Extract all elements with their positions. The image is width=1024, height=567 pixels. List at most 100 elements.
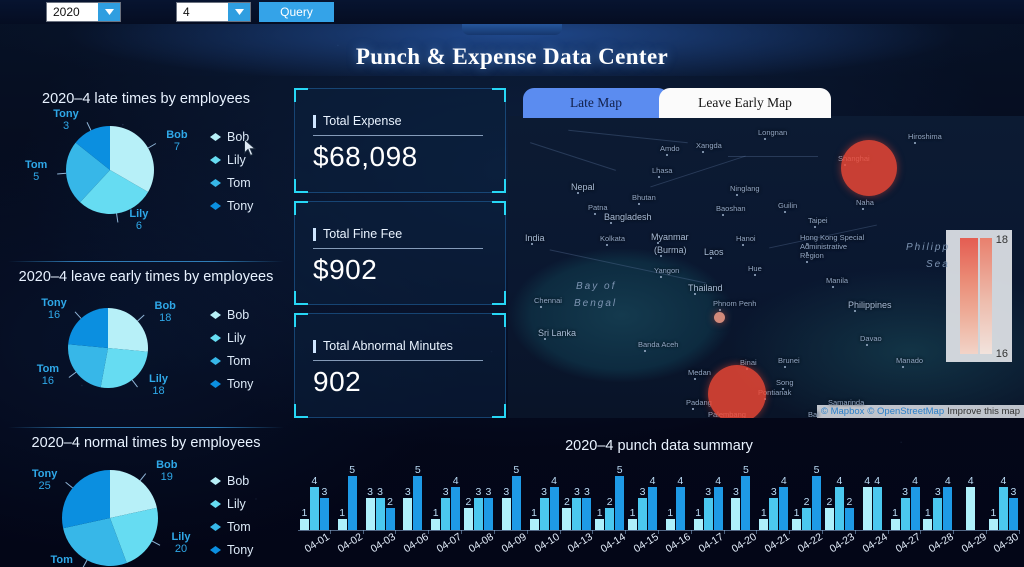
bar-rect[interactable]: [759, 519, 769, 530]
bar-column[interactable]: 2: [463, 497, 473, 530]
pie-chart-leave-early[interactable]: Bob 18 Lily 18 Tom 16 Tony 16: [0, 290, 210, 410]
kpi-card-total-fine-fee[interactable]: Total Fine Fee $902: [294, 200, 506, 306]
pie-slice[interactable]: [108, 307, 148, 352]
bar-column[interactable]: 1: [431, 508, 441, 530]
bar-chart-plot[interactable]: 1431533235134233351342331251341413435134…: [298, 462, 1020, 530]
bar-rect[interactable]: [769, 497, 779, 530]
bar-rect[interactable]: [638, 497, 648, 530]
bar-rect[interactable]: [319, 497, 329, 530]
bar-column[interactable]: 3: [572, 486, 582, 530]
bar-column[interactable]: 5: [615, 465, 625, 530]
bar-column[interactable]: 4: [966, 476, 976, 530]
bar-rect[interactable]: [595, 519, 605, 530]
bar-rect[interactable]: [648, 486, 658, 530]
bar-rect[interactable]: [792, 519, 802, 530]
bar-rect[interactable]: [824, 508, 834, 530]
bar-column[interactable]: 5: [741, 465, 751, 530]
improve-map-link[interactable]: Improve this map: [947, 406, 1020, 417]
bar-rect[interactable]: [802, 508, 812, 530]
bar-column[interactable]: 3: [473, 486, 483, 530]
bar-rect[interactable]: [872, 486, 882, 530]
legend-item-lily[interactable]: Lily: [210, 149, 292, 172]
bar-rect[interactable]: [844, 508, 854, 530]
bar-column[interactable]: 3: [933, 486, 943, 530]
bar-column[interactable]: 1: [923, 508, 933, 530]
bar-rect[interactable]: [923, 519, 933, 530]
pie-legend-leave-early[interactable]: Bob Lily Tom Tony: [210, 304, 292, 396]
legend-item-tom[interactable]: Tom: [210, 172, 292, 195]
bar-group[interactable]: 134: [757, 462, 790, 530]
legend-item-lily[interactable]: Lily: [210, 493, 292, 516]
pie-legend-normal[interactable]: Bob Lily Tom Tony: [210, 470, 292, 562]
bar-column[interactable]: 2: [385, 497, 395, 530]
bar-column[interactable]: 4: [910, 476, 920, 530]
bar-rect[interactable]: [693, 519, 703, 530]
bar-column[interactable]: 4: [713, 476, 723, 530]
tab-leave-early-map[interactable]: Leave Early Map: [659, 88, 831, 118]
bar-column[interactable]: 2: [824, 497, 834, 530]
bar-rect[interactable]: [511, 476, 521, 530]
kpi-card-total-abnormal-minutes[interactable]: Total Abnormal Minutes 902: [294, 313, 506, 419]
bar-rect[interactable]: [413, 476, 423, 530]
bar-column[interactable]: 2: [802, 497, 812, 530]
bar-rect[interactable]: [615, 476, 625, 530]
bar-rect[interactable]: [900, 497, 910, 530]
bar-rect[interactable]: [1008, 497, 1018, 530]
bar-group[interactable]: 134: [921, 462, 954, 530]
bar-rect[interactable]: [943, 486, 953, 530]
month-select[interactable]: 4: [176, 2, 251, 22]
bar-column[interactable]: 3: [501, 486, 511, 530]
bar-column[interactable]: 1: [337, 508, 347, 530]
chevron-down-icon[interactable]: [228, 3, 250, 21]
kpi-card-total-expense[interactable]: Total Expense $68,098: [294, 88, 506, 193]
bar-column[interactable]: 3: [1008, 486, 1018, 530]
bar-column[interactable]: 5: [347, 465, 357, 530]
legend-item-bob[interactable]: Bob: [210, 470, 292, 493]
bar-column[interactable]: 1: [890, 508, 900, 530]
query-button[interactable]: Query: [259, 2, 334, 22]
bar-rect[interactable]: [463, 508, 473, 530]
bar-column[interactable]: 4: [998, 476, 1008, 530]
legend-item-bob[interactable]: Bob: [210, 304, 292, 327]
bar-rect[interactable]: [675, 486, 685, 530]
map-data-bubble[interactable]: [708, 365, 766, 418]
mapbox-link[interactable]: © Mapbox: [821, 406, 864, 417]
legend-item-tom[interactable]: Tom: [210, 350, 292, 373]
bar-rect[interactable]: [529, 519, 539, 530]
bar-column[interactable]: 4: [451, 476, 461, 530]
bar-rect[interactable]: [812, 476, 822, 530]
bar-column[interactable]: 3: [769, 486, 779, 530]
bar-column[interactable]: 5: [413, 465, 423, 530]
bar-column[interactable]: 3: [441, 486, 451, 530]
bar-column[interactable]: 4: [862, 476, 872, 530]
map-canvas[interactable]: 18 16 © Mapbox © OpenStreetMap Improve t…: [508, 116, 1024, 418]
bar-column[interactable]: 1: [299, 508, 309, 530]
bar-rect[interactable]: [299, 519, 309, 530]
bar-column[interactable]: 1: [595, 508, 605, 530]
bar-rect[interactable]: [385, 508, 395, 530]
bar-column[interactable]: 3: [403, 486, 413, 530]
bar-group[interactable]: 134: [889, 462, 922, 530]
bar-column[interactable]: 1: [693, 508, 703, 530]
bar-group[interactable]: 12 5: [790, 462, 823, 530]
year-select[interactable]: 2020: [46, 2, 121, 22]
bar-rect[interactable]: [549, 486, 559, 530]
bar-rect[interactable]: [731, 497, 741, 530]
bar-group[interactable]: 15: [331, 462, 364, 530]
bar-rect[interactable]: [966, 486, 976, 530]
bar-column[interactable]: 3: [539, 486, 549, 530]
bar-column[interactable]: 3: [731, 486, 741, 530]
pie-chart-late[interactable]: Bob 7 Lily 6 Tom 5 Tony 3: [0, 108, 210, 232]
bar-rect[interactable]: [501, 497, 511, 530]
bar-column[interactable]: 2: [605, 497, 615, 530]
bar-column[interactable]: 4: [779, 476, 789, 530]
bar-rect[interactable]: [572, 497, 582, 530]
bar-group[interactable]: 134: [692, 462, 725, 530]
bar-rect[interactable]: [562, 508, 572, 530]
bar-column[interactable]: 4: [872, 476, 882, 530]
map-data-bubble[interactable]: [841, 140, 897, 196]
bar-column[interactable]: 2: [562, 497, 572, 530]
bar-column[interactable]: 2: [844, 497, 854, 530]
bar-rect[interactable]: [441, 497, 451, 530]
bar-rect[interactable]: [375, 497, 385, 530]
